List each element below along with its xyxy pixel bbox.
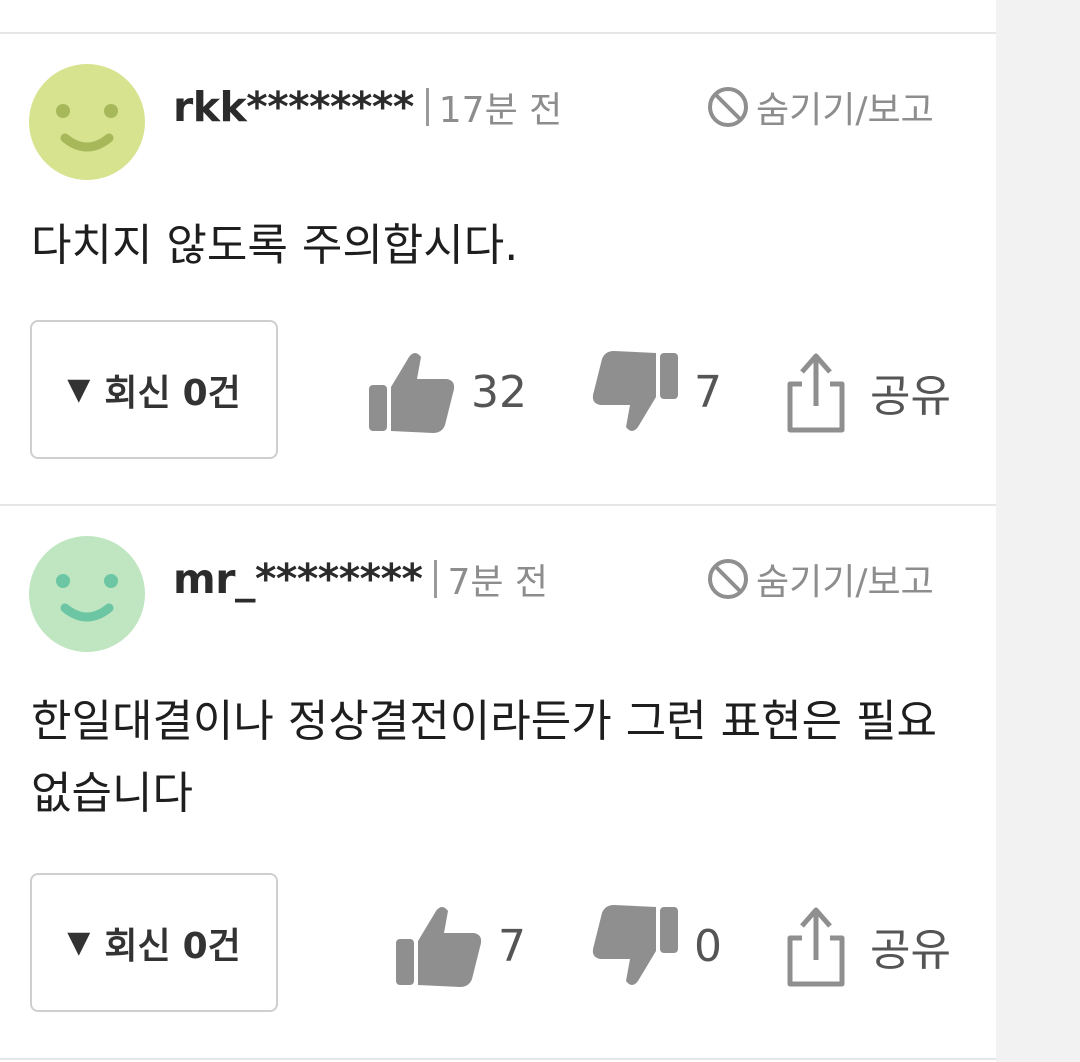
smiley-face-icon bbox=[29, 64, 145, 180]
hide-report-button[interactable]: 숨기기/보고 bbox=[706, 554, 934, 604]
comment-text: 한일대결이나 정상결전이라든가 그런 표현은 필요 없습니다 bbox=[31, 696, 938, 819]
avatar bbox=[29, 64, 145, 180]
hide-report-button[interactable]: 숨기기/보고 bbox=[706, 82, 934, 132]
no-entry-icon bbox=[708, 559, 748, 599]
meta-separator bbox=[425, 88, 429, 126]
dislike-count: 7 bbox=[694, 366, 722, 418]
hide-report-label: 숨기기/보고 bbox=[756, 562, 934, 603]
timestamp: 7분 전 bbox=[447, 562, 549, 603]
dislike-button[interactable]: 0 bbox=[590, 896, 722, 996]
triangle-down-icon: ▼ bbox=[67, 925, 91, 960]
like-count: 7 bbox=[498, 920, 526, 972]
dislike-button[interactable]: 7 bbox=[590, 342, 722, 442]
reply-count: 0건 bbox=[182, 925, 241, 967]
share-icon bbox=[787, 907, 845, 987]
like-button[interactable]: 7 bbox=[394, 896, 526, 996]
thumbs-up-icon bbox=[396, 907, 482, 987]
hide-report-label: 숨기기/보고 bbox=[756, 90, 934, 131]
like-count: 32 bbox=[471, 366, 527, 418]
meta-separator bbox=[434, 560, 438, 598]
reply-label: 회신 bbox=[104, 925, 171, 967]
dislike-count: 0 bbox=[694, 920, 722, 972]
thumbs-down-icon bbox=[592, 351, 678, 431]
timestamp: 17분 전 bbox=[438, 90, 563, 131]
comment-text: 다치지 않도록 주의합시다. bbox=[31, 220, 519, 271]
thumbs-up-icon bbox=[369, 353, 455, 433]
divider bbox=[0, 504, 996, 506]
reply-toggle-button[interactable]: ▼ 회신 0건 bbox=[30, 320, 278, 459]
share-label: 공유 bbox=[870, 371, 951, 422]
divider bbox=[0, 1058, 996, 1060]
no-entry-icon bbox=[708, 87, 748, 127]
thumbs-down-icon bbox=[592, 905, 678, 985]
reply-count: 0건 bbox=[182, 372, 241, 414]
username[interactable]: rkk******** bbox=[173, 83, 414, 131]
like-button[interactable]: 32 bbox=[367, 342, 527, 442]
share-label: 공유 bbox=[870, 925, 951, 976]
smiley-face-icon bbox=[29, 536, 145, 652]
username[interactable]: mr_******** bbox=[173, 555, 423, 603]
reply-toggle-button[interactable]: ▼ 회신 0건 bbox=[30, 873, 278, 1012]
avatar bbox=[29, 536, 145, 652]
reply-label: 회신 bbox=[104, 372, 171, 414]
share-icon bbox=[787, 353, 845, 433]
comment-meta: rkk******** 17분 전 bbox=[173, 82, 562, 132]
share-button[interactable]: 공유 bbox=[786, 896, 951, 996]
right-gutter bbox=[996, 0, 1080, 1062]
comment-feed: rkk******** 17분 전 숨기기/보고 다치지 않도록 주의합시다. … bbox=[0, 0, 996, 1062]
triangle-down-icon: ▼ bbox=[67, 372, 91, 407]
comment-meta: mr_******** 7분 전 bbox=[173, 554, 548, 604]
share-button[interactable]: 공유 bbox=[786, 342, 951, 442]
divider bbox=[0, 32, 996, 34]
